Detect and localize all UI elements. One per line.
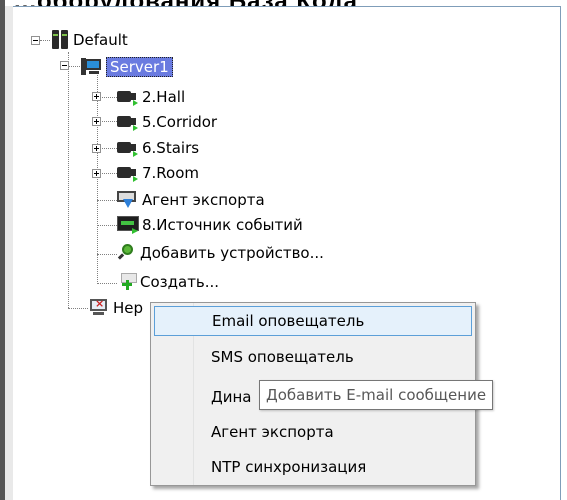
tree-line [97,75,98,284]
hardware-icon [88,297,110,318]
tree-line [68,52,69,308]
tree-node-label: Создать... [140,273,220,291]
expand-room-toggle[interactable] [92,169,101,178]
tree-line [97,283,117,284]
tree-line [68,308,88,309]
tree-node-hardware[interactable]: Нер [88,296,143,320]
collapse-default-toggle[interactable] [31,36,40,45]
tree-node-label: 5.Corridor [142,113,218,131]
menu-item-email-notifier[interactable]: Email оповещатель [154,306,472,336]
menu-item-label: Дина [211,388,252,406]
server-rack-icon [52,30,70,50]
camera-icon [117,164,139,182]
collapse-server1-toggle[interactable] [60,61,69,70]
tree-line [97,200,117,201]
camera-icon [117,88,139,106]
tree-node-label: 7.Room [142,164,200,182]
tree-node-label: Нер [113,299,144,317]
tree-line [97,225,117,226]
menu-item-export-agent[interactable]: Агент экспорта [154,417,472,447]
tree-node-create[interactable]: Создать... [117,270,219,294]
add-device-icon [117,243,137,263]
tree-node-add-device[interactable]: Добавить устройство... [117,241,324,265]
tree-line [97,254,117,255]
tree-node-label: 6.Stairs [142,139,200,157]
event-source-icon [117,215,139,235]
tree-node-event-source[interactable]: 8.Источник событий [117,213,303,237]
expand-stairs-toggle[interactable] [92,144,101,153]
tree-node-label: Default [73,31,128,49]
expand-hall-toggle[interactable] [92,92,101,101]
tree-node-corridor[interactable]: 5.Corridor [117,110,217,134]
tree-panel-gutter [5,6,13,500]
tree-node-label: 8.Источник событий [142,216,303,234]
camera-icon [117,139,139,157]
computer-icon [81,57,103,77]
expand-corridor-toggle[interactable] [92,117,101,126]
tree-node-default[interactable]: Default [52,28,128,52]
menu-item-sms-notifier[interactable]: SMS оповещатель [154,342,472,372]
export-agent-icon [117,190,139,210]
tree-node-export-agent[interactable]: Агент экспорта [117,188,265,212]
menu-item-ntp-sync[interactable]: NTP синхронизация [154,452,472,482]
menu-item-label: NTP синхронизация [211,458,367,476]
tree-node-label: Агент экспорта [142,191,265,209]
menu-item-label: Агент экспорта [211,423,334,441]
create-icon [117,272,137,292]
tree-node-label: Добавить устройство... [140,244,324,262]
camera-icon [117,113,139,131]
tree-node-label: Server1 [106,57,173,77]
menu-item-label: Email оповещатель [212,312,365,330]
tree-node-hall[interactable]: 2.Hall [117,85,185,109]
tree-node-label: 2.Hall [142,88,186,106]
tree-line [40,40,50,41]
tree-node-stairs[interactable]: 6.Stairs [117,136,199,160]
tooltip: Добавить E-mail сообщение [259,380,494,410]
tree-node-server1[interactable]: Server1 [81,55,173,79]
menu-item-label: SMS оповещатель [211,348,354,366]
tree-node-room[interactable]: 7.Room [117,161,199,185]
